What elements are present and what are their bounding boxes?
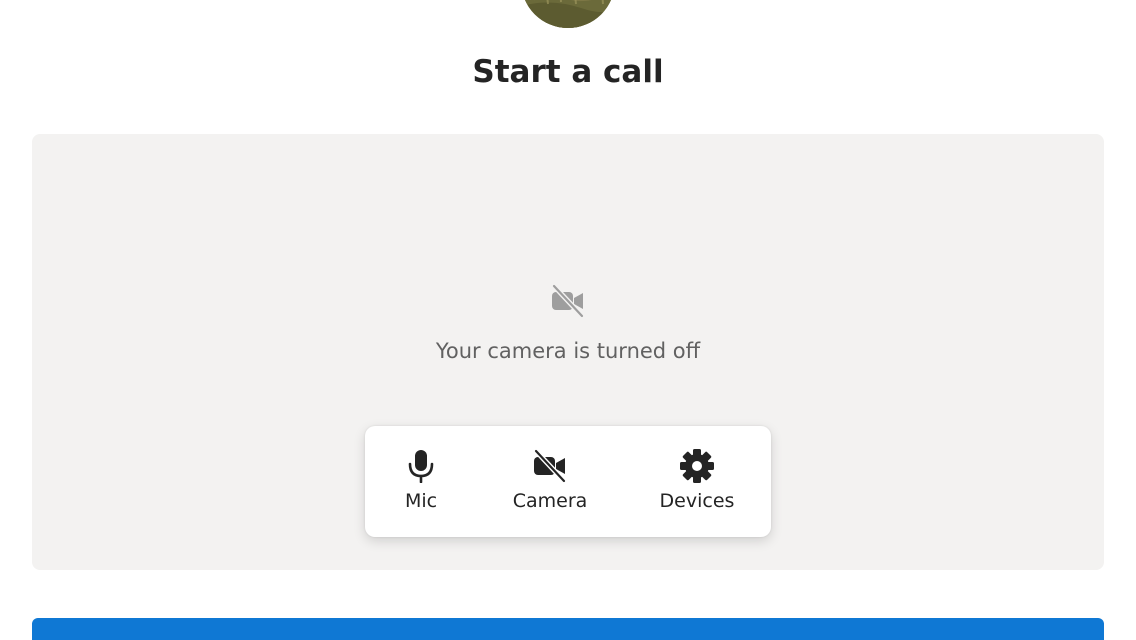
microphone-icon (403, 448, 439, 484)
call-controls: Mic Camera Devices (365, 426, 771, 537)
devices-button[interactable]: Devices (654, 426, 740, 537)
start-call-button[interactable] (32, 618, 1104, 640)
mic-label: Mic (404, 490, 438, 512)
avatar (521, 0, 615, 28)
camera-label: Camera (512, 490, 588, 512)
camera-preview: Your camera is turned off Mic Camera Dev… (32, 134, 1104, 570)
devices-label: Devices (659, 490, 735, 512)
camera-off-message: Your camera is turned off (435, 339, 701, 363)
video-off-icon (532, 448, 568, 484)
page-title: Start a call (472, 54, 664, 90)
gear-icon (679, 448, 715, 484)
mic-button[interactable]: Mic (385, 426, 457, 537)
video-off-icon (550, 283, 586, 319)
camera-button[interactable]: Camera (502, 426, 598, 537)
call-page: Start a call Your camera is turned off M… (0, 0, 1136, 640)
